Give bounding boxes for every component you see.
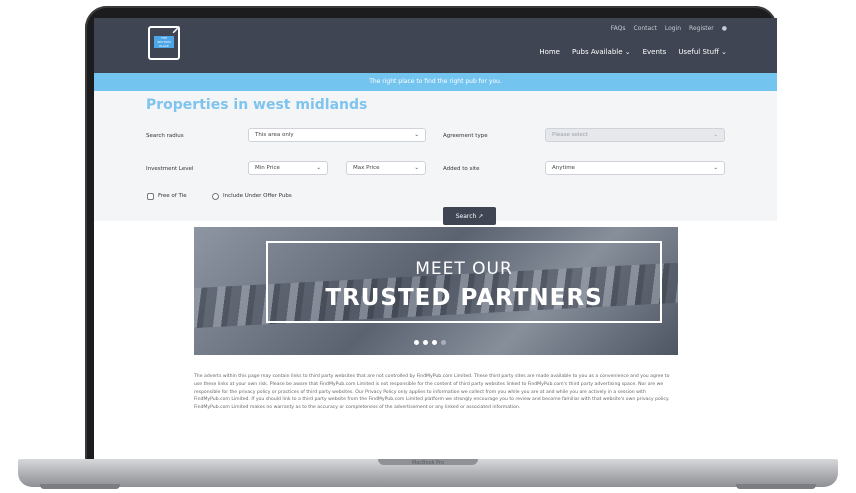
carousel-dot[interactable] <box>423 340 428 345</box>
carousel-dot[interactable] <box>432 340 437 345</box>
under-offer-checkbox[interactable] <box>212 193 219 200</box>
disclaimer-text: The adverts within this page may contain… <box>194 374 670 411</box>
added-value: Anytime <box>552 165 575 171</box>
main-nav: Home Pubs Available ⌄ Events Useful Stuf… <box>539 48 727 56</box>
page-title: Properties in west midlands <box>146 97 368 113</box>
laptop-base: MacBook Pro <box>18 459 838 487</box>
top-links: FAQs Contact Login Register ● <box>611 25 727 32</box>
laptop-brand: MacBook Pro <box>411 460 445 466</box>
banner-line1: MEET OUR <box>415 259 513 279</box>
nav-contact-link[interactable]: Contact <box>634 25 657 32</box>
site-header: ↗ THE SECTION PLACE FAQs Contact Login R… <box>94 18 777 73</box>
nav-pubs-available[interactable]: Pubs Available ⌄ <box>572 48 631 56</box>
under-offer-label: Include Under Offer Pubs <box>223 193 292 199</box>
chevron-down-icon: ⌄ <box>414 132 419 138</box>
agreement-select[interactable]: Please select ⌄ <box>545 128 725 142</box>
min-price-value: Min Price <box>255 165 280 171</box>
laptop-foot <box>40 484 120 489</box>
nav-home[interactable]: Home <box>539 48 560 56</box>
carousel-dots <box>414 340 446 345</box>
laptop-foot <box>736 484 816 489</box>
carousel-dot[interactable] <box>414 340 419 345</box>
stage: ↗ THE SECTION PLACE FAQs Contact Login R… <box>0 0 856 493</box>
nav-faqs-link[interactable]: FAQs <box>611 25 626 32</box>
arrow-icon: ↗ <box>170 23 181 37</box>
user-icon[interactable]: ● <box>722 25 727 32</box>
max-price-value: Max Price <box>353 165 380 171</box>
tagline-strip: The right place to find the right pub fo… <box>94 73 777 91</box>
added-select[interactable]: Anytime ⌄ <box>545 161 725 175</box>
free-of-tie-checkbox[interactable] <box>147 193 154 200</box>
banner-line2: TRUSTED PARTNERS <box>325 285 603 311</box>
chevron-down-icon: ⌄ <box>713 132 718 138</box>
radius-select[interactable]: This area only ⌄ <box>248 128 426 142</box>
radius-label: Search radius <box>146 133 184 139</box>
free-of-tie-label: Free of Tie <box>158 193 187 199</box>
chevron-down-icon: ⌄ <box>316 165 321 171</box>
nav-login-link[interactable]: Login <box>665 25 681 32</box>
search-panel: Properties in west midlands Search radiu… <box>94 91 777 225</box>
nav-useful-stuff[interactable]: Useful Stuff ⌄ <box>678 48 727 56</box>
site-logo[interactable]: ↗ THE SECTION PLACE <box>148 23 181 60</box>
min-price-select[interactable]: Min Price ⌄ <box>248 161 328 175</box>
nav-register-link[interactable]: Register <box>689 25 714 32</box>
browser-screen: ↗ THE SECTION PLACE FAQs Contact Login R… <box>94 18 777 464</box>
logo-text: THE SECTION PLACE <box>157 36 171 48</box>
chevron-down-icon: ⌄ <box>414 165 419 171</box>
added-label: Added to site <box>443 166 480 172</box>
nav-events[interactable]: Events <box>643 48 667 56</box>
agreement-label: Agreement type <box>443 133 488 139</box>
investment-label: Investment Level <box>146 166 194 172</box>
search-button[interactable]: Search ↗ <box>443 207 496 225</box>
carousel-dot[interactable] <box>441 340 446 345</box>
partners-banner[interactable]: MEET OUR TRUSTED PARTNERS <box>194 227 678 355</box>
chevron-down-icon: ⌄ <box>713 165 718 171</box>
max-price-select[interactable]: Max Price ⌄ <box>346 161 426 175</box>
radius-value: This area only <box>255 132 294 138</box>
agreement-placeholder: Please select <box>552 132 588 138</box>
logo-box: THE SECTION PLACE <box>154 36 174 48</box>
